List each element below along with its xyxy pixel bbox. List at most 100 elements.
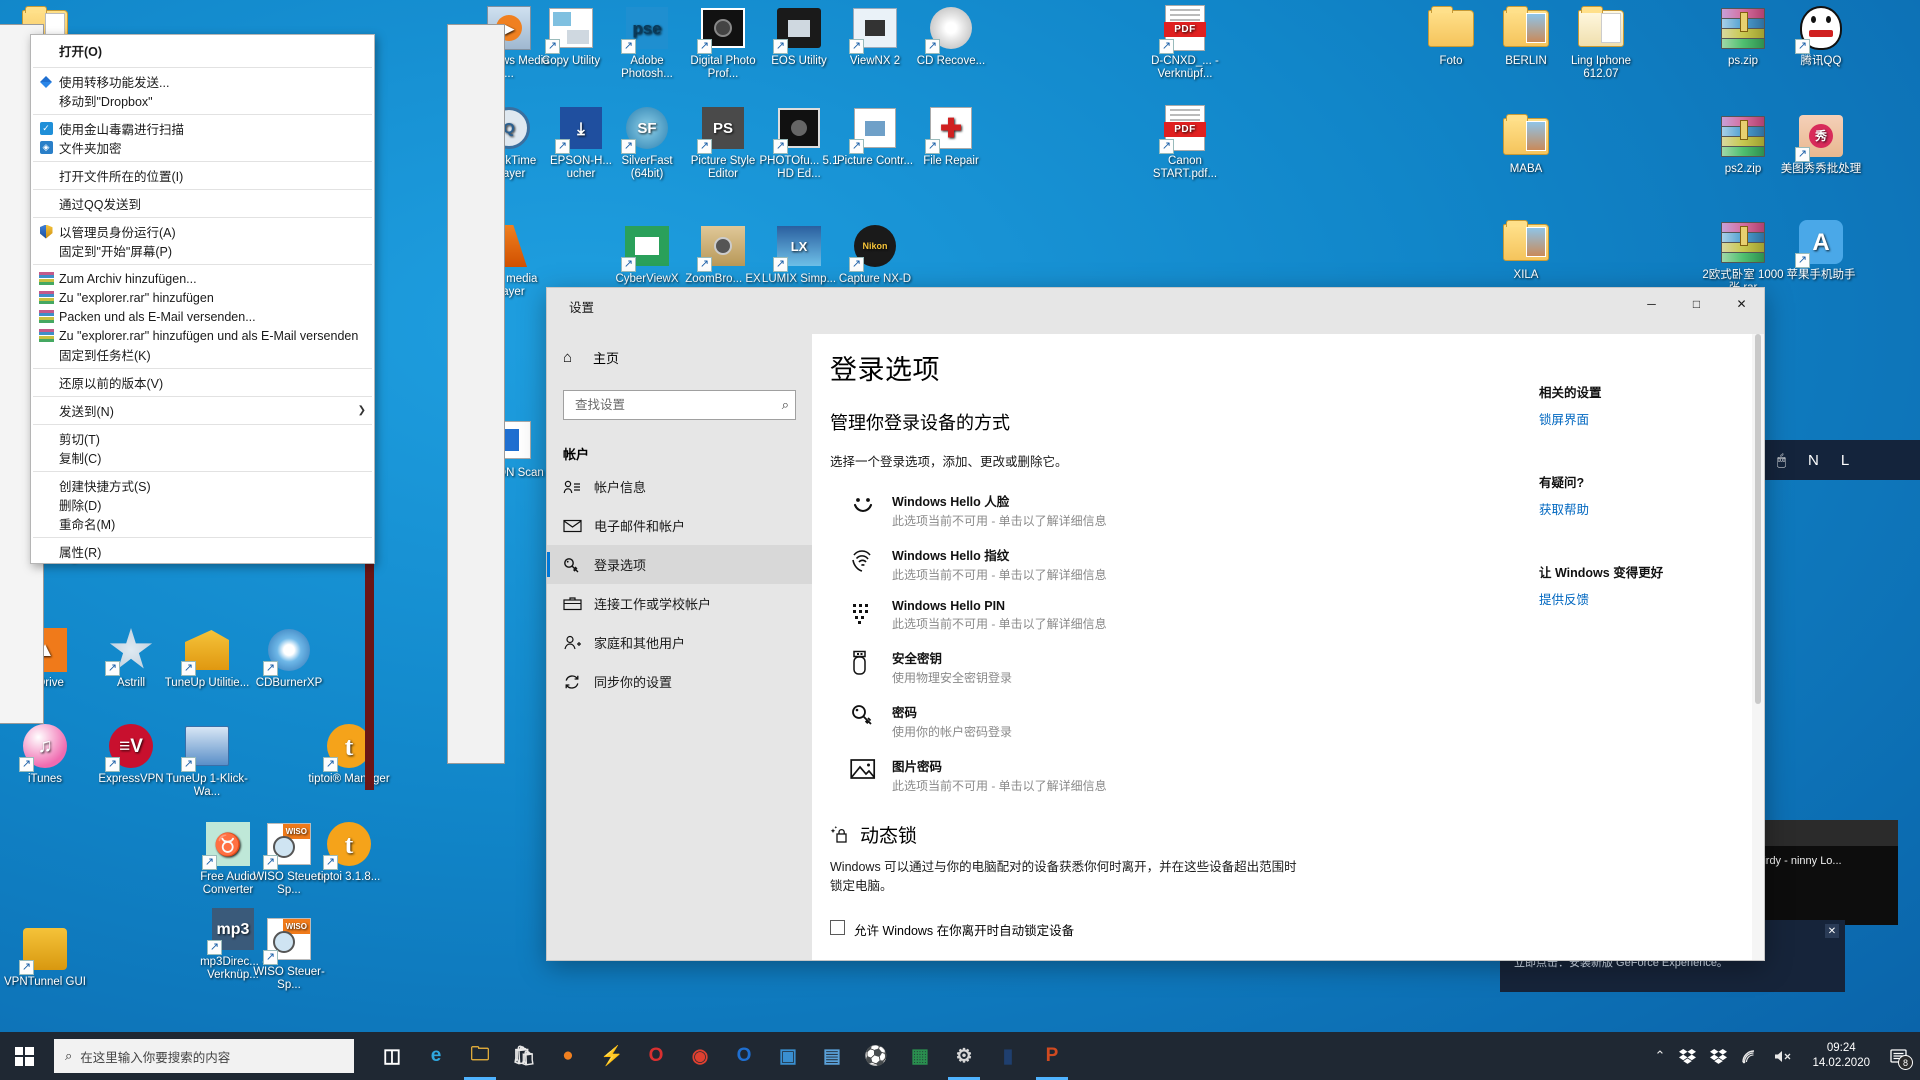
signin-option-row[interactable]: Windows Hello PIN 此选项当前不可用 - 单击以了解详细信息 — [830, 592, 1539, 641]
desktop-icon[interactable]: ♫ ↗ iTunes — [2, 722, 88, 786]
desktop-icon[interactable]: ↗ CD Recove... — [908, 4, 994, 68]
desktop-icon[interactable]: ↗ VPNTunnel GUI — [2, 925, 88, 989]
desktop-icon[interactable]: Ling Iphone 612.07 — [1558, 4, 1644, 81]
soccer-app-icon[interactable]: ⚽ — [854, 1032, 898, 1080]
context-menu[interactable]: 打开(O) 使用转移功能发送... 移动到"Dropbox" ✓ 使用金山毒霸进行扫描 ◈… — [30, 34, 375, 564]
desktop-icon[interactable]: ↗ ViewNX 2 — [832, 4, 918, 68]
maximize-button[interactable]: □ — [1674, 288, 1719, 320]
start-button[interactable] — [0, 1032, 48, 1080]
context-menu-item[interactable]: 创建快捷方式(S) — [31, 476, 374, 495]
context-menu-item[interactable]: 重命名(M) — [31, 514, 374, 533]
desktop-icon[interactable]: A ↗ 苹果手机助手 — [1778, 218, 1864, 282]
desktop-icon[interactable]: ↗ Picture Contr... — [832, 104, 918, 168]
desktop[interactable]: 文档回收站Windows 10 U...Microsoft Edge▲↗HiDr… — [0, 0, 1920, 1080]
language-bar[interactable]: 🖱 N L — [1765, 440, 1920, 480]
close-icon[interactable]: ✕ — [1825, 924, 1839, 938]
content-scrollbar[interactable] — [1752, 334, 1764, 960]
file-explorer-icon[interactable]: 🗀 — [458, 1032, 502, 1080]
desktop-icon[interactable]: pse ↗ Adobe Photosh... — [604, 4, 690, 81]
desktop-icon[interactable]: ↗ Astrill — [88, 626, 174, 690]
desktop-icon[interactable]: ✚ ↗ File Repair — [908, 104, 994, 168]
desktop-icon[interactable]: ps.zip — [1700, 4, 1786, 68]
desktop-icon[interactable]: t ↗ tiptoi 3.1.8... — [306, 820, 392, 884]
sidebar-item-2[interactable]: 电子邮件和帐户 — [547, 506, 812, 545]
edge-icon[interactable]: e — [414, 1032, 458, 1080]
related-settings-link[interactable]: 锁屏界面 — [1539, 409, 1764, 428]
related-settings-link[interactable]: 获取帮助 — [1539, 499, 1764, 518]
wifi-icon[interactable] — [1734, 1032, 1766, 1080]
system-tray[interactable]: ⌃ 09:24 14.02.2020 8 — [1648, 1032, 1920, 1080]
context-menu-item[interactable]: 删除(D) — [31, 495, 374, 514]
context-menu-item[interactable]: 剪切(T) — [31, 429, 374, 448]
excel-icon[interactable]: ▦ — [898, 1032, 942, 1080]
search-icon[interactable]: ⌕ — [782, 397, 789, 413]
desktop-icon[interactable]: Foto — [1408, 4, 1494, 68]
sidebar-item-3[interactable]: 登录选项 — [547, 545, 812, 584]
desktop-icon[interactable]: ↗ TuneUp 1-Klick-Wa... — [164, 722, 250, 799]
desktop-icon[interactable]: ≡V ↗ ExpressVPN — [88, 722, 174, 786]
desktop-icon[interactable]: 2欧式卧室 1000张.rar — [1700, 218, 1786, 295]
signin-option-row[interactable]: Windows Hello 人脸 此选项当前不可用 - 单击以了解详细信息 — [830, 484, 1539, 538]
context-menu-item[interactable]: Packen und als E-Mail versenden... — [31, 307, 374, 326]
signin-option-row[interactable]: 安全密钥 使用物理安全密钥登录 — [830, 641, 1539, 695]
window-controls[interactable]: ─ □ ✕ — [1629, 288, 1764, 320]
context-menu-item[interactable]: ◈ 文件夹加密 — [31, 138, 374, 157]
action-center-icon[interactable]: 8 — [1882, 1032, 1916, 1080]
desktop-icon[interactable]: 秀 ↗ 美图秀秀批处理 — [1778, 112, 1864, 176]
desktop-icon[interactable]: ↗ CyberViewX — [604, 222, 690, 286]
sidebar-item-1[interactable]: 帐户信息 — [547, 467, 812, 506]
settings-gear-icon[interactable]: ⚙ — [942, 1032, 986, 1080]
desktop-icon[interactable]: PS ↗ Picture Style Editor — [680, 104, 766, 181]
desktop-icon[interactable]: ↗ Copy Utility — [528, 4, 614, 68]
settings-window[interactable]: 设置 ─ □ ✕ ⌂ 主页 ⌕ 帐户 帐户信息电子邮件和帐户登录选项连接工作或学… — [547, 288, 1764, 960]
desktop-icon[interactable]: ↗ Digital Photo Prof... — [680, 4, 766, 81]
task-view-icon[interactable]: ◫ — [370, 1032, 414, 1080]
signin-option-row[interactable]: 图片密码 此选项当前不可用 - 单击以了解详细信息 — [830, 749, 1539, 803]
dropbox-tray-icon-2[interactable] — [1703, 1032, 1734, 1080]
context-menu-item[interactable]: 固定到"开始"屏幕(P) — [31, 241, 374, 260]
notepad-icon[interactable]: ▤ — [810, 1032, 854, 1080]
desktop-icon[interactable]: PDF ↗ D-CNXD_... - Verknüpf... — [1142, 4, 1228, 81]
context-menu-item[interactable]: 打开(O) — [31, 37, 374, 63]
context-menu-item[interactable]: 以管理员身份运行(A) — [31, 222, 374, 241]
tray-expand-chevron-icon[interactable]: ⌃ — [1648, 1032, 1673, 1080]
minimize-button[interactable]: ─ — [1629, 288, 1674, 320]
desktop-icon[interactable]: PDF ↗ Canon START.pdf... — [1142, 104, 1228, 181]
firefox-icon[interactable]: ● — [546, 1032, 590, 1080]
desktop-icon[interactable]: ↗ EOS Utility — [756, 4, 842, 68]
related-settings-link[interactable]: 提供反馈 — [1539, 589, 1764, 608]
sidebar-item-4[interactable]: 连接工作或学校帐户 — [547, 584, 812, 623]
context-menu-item[interactable]: 打开文件所在的位置(I) — [31, 166, 374, 185]
clock[interactable]: 09:24 14.02.2020 — [1800, 1041, 1882, 1071]
sidebar-item-5[interactable]: 家庭和其他用户 — [547, 623, 812, 662]
context-menu-item[interactable]: 复制(C) — [31, 448, 374, 467]
desktop-icon[interactable]: ↗ PHOTOfu... 5.1 HD Ed... — [756, 104, 842, 181]
desktop-icon[interactable]: WISO ↗ WISO Steuer-Sp... — [246, 915, 332, 992]
settings-titlebar[interactable]: 设置 ─ □ ✕ — [547, 288, 1764, 334]
context-menu-item[interactable]: 还原以前的版本(V) — [31, 373, 374, 392]
opera-icon[interactable]: O — [634, 1032, 678, 1080]
media-app-icon[interactable]: ▮ — [986, 1032, 1030, 1080]
taskbar[interactable]: ⌕ 在这里输入你要搜索的内容 ◫ e 🗀 🛍 ● ⚡ O ◉ O ▣ ▤ ⚽ ▦ ⚙ ▮ P ⌃ 09:24 … — [0, 1032, 1920, 1080]
desktop-icon[interactable]: XILA — [1483, 218, 1569, 282]
jdownloader-icon[interactable]: ⚡ — [590, 1032, 634, 1080]
scrollbar-thumb[interactable] — [1755, 334, 1761, 704]
context-menu-item[interactable]: Zu "explorer.rar" hinzufügen — [31, 288, 374, 307]
context-menu-item[interactable]: Zum Archiv hinzufügen... — [31, 269, 374, 288]
volume-muted-icon[interactable] — [1766, 1032, 1800, 1080]
powerpoint-icon[interactable]: P — [1030, 1032, 1074, 1080]
context-menu-item[interactable]: 固定到任务栏(K) — [31, 345, 374, 364]
desktop-icon[interactable]: SF ↗ SilverFast (64bit) — [604, 104, 690, 181]
desktop-icon[interactable]: t ↗ tiptoi® Manager — [306, 722, 392, 786]
context-menu-item[interactable]: 发送到(N) ❯ — [31, 401, 374, 420]
chrome-icon[interactable]: ◉ — [678, 1032, 722, 1080]
sidebar-item-home[interactable]: ⌂ 主页 — [547, 338, 812, 376]
desktop-icon[interactable]: BERLIN — [1483, 4, 1569, 68]
context-menu-item[interactable]: 属性(R) — [31, 542, 374, 561]
dynamic-lock-checkbox[interactable] — [830, 920, 845, 935]
settings-search-box[interactable]: ⌕ — [563, 390, 796, 420]
dropbox-tray-icon[interactable] — [1672, 1032, 1703, 1080]
signin-option-row[interactable]: Windows Hello 指纹 此选项当前不可用 - 单击以了解详细信息 — [830, 538, 1539, 592]
taskbar-search-box[interactable]: ⌕ 在这里输入你要搜索的内容 — [54, 1039, 354, 1073]
context-menu-item[interactable]: 使用转移功能发送... — [31, 72, 374, 91]
